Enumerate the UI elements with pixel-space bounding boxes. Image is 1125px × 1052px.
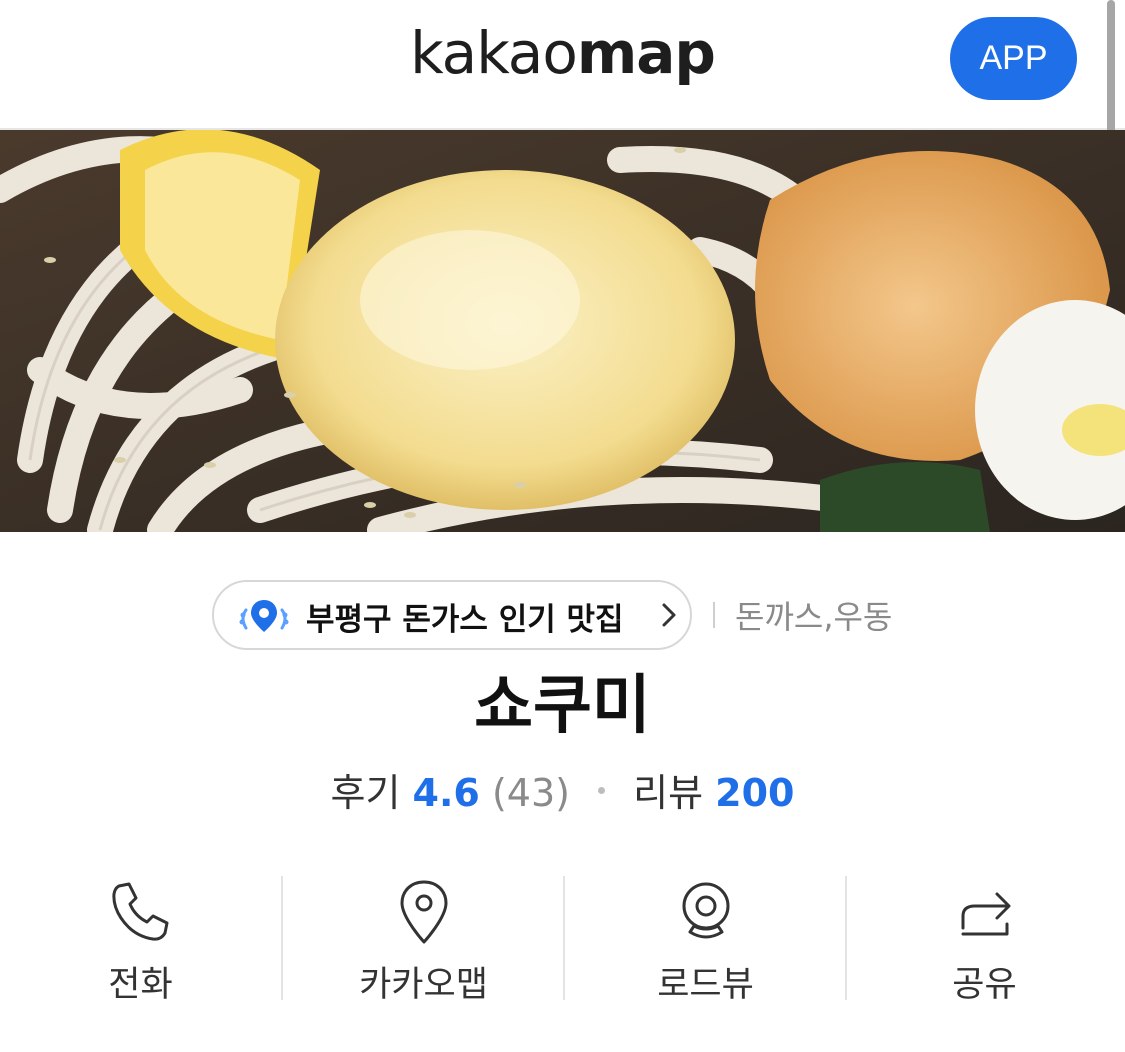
action-bar: 전화 카카오맵 로드뷰 공유 xyxy=(0,872,1125,1005)
chevron-right-icon xyxy=(662,603,676,627)
kakaomap-label: 카카오맵 xyxy=(359,965,488,1005)
place-title: 쇼쿠미 xyxy=(474,669,651,743)
roadview-icon xyxy=(682,882,729,939)
header: kakaomap APP xyxy=(0,0,1125,130)
review-count: (43) xyxy=(491,771,570,815)
phone-icon xyxy=(111,882,168,941)
share-icon xyxy=(961,892,1010,936)
app-button[interactable]: APP xyxy=(950,17,1077,100)
kakaomap-button[interactable]: 카카오맵 xyxy=(283,872,564,1005)
share-button[interactable]: 공유 xyxy=(844,872,1125,1005)
pin-laurel-icon xyxy=(239,600,289,632)
roadview-button[interactable]: 로드뷰 xyxy=(565,872,846,1005)
blog-review-label: 리뷰 xyxy=(633,771,704,815)
map-pin-icon xyxy=(400,880,447,944)
badge-row: 부평구 돈가스 인기 맛집 돈까스,우동 xyxy=(0,580,1125,654)
share-label: 공유 xyxy=(952,965,1017,1005)
review-score[interactable]: 4.6 xyxy=(413,771,480,815)
category-text: 돈까스,우동 xyxy=(735,598,893,636)
logo-part-2: map xyxy=(576,19,716,87)
logo-part-1: kakao xyxy=(410,19,578,87)
call-button[interactable]: 전화 xyxy=(0,872,281,1005)
review-label: 후기 xyxy=(330,771,401,815)
dot-separator xyxy=(598,787,606,794)
blog-review-count[interactable]: 200 xyxy=(715,771,794,815)
separator xyxy=(713,602,715,628)
place-photo[interactable] xyxy=(0,130,1125,532)
call-label: 전화 xyxy=(108,965,173,1005)
roadview-label: 로드뷰 xyxy=(657,965,754,1005)
badge-label: 부평구 돈가스 인기 맛집 xyxy=(306,602,624,638)
rating-summary: 후기 4.6 (43) 리뷰 200 xyxy=(0,765,1125,821)
popular-place-badge[interactable]: 부평구 돈가스 인기 맛집 xyxy=(212,580,692,650)
